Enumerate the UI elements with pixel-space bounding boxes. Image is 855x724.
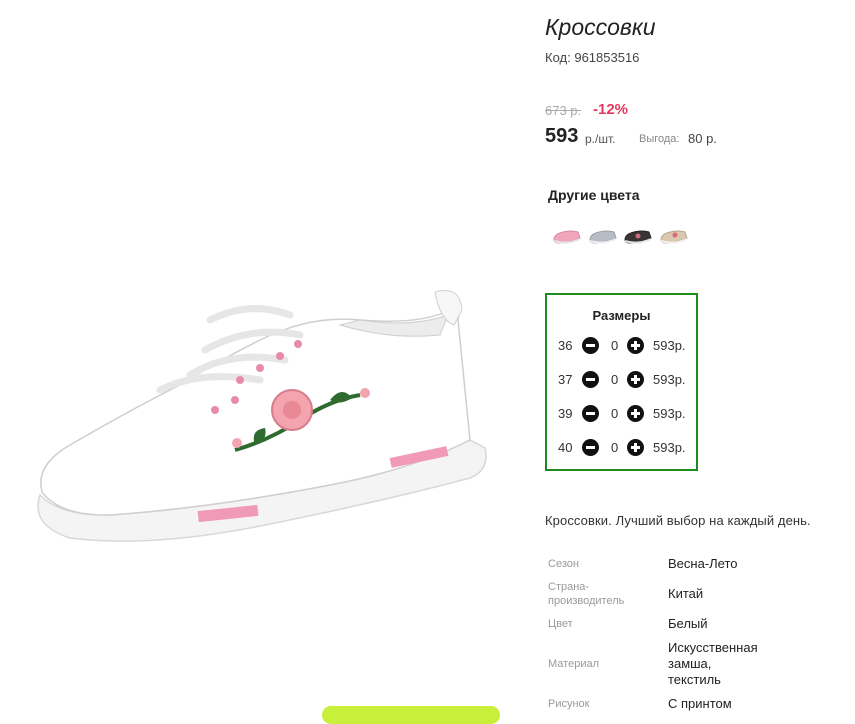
spec-value-season: Весна-Лето <box>668 556 738 571</box>
price-unit: р./шт. <box>585 132 616 146</box>
sizes-panel: Размеры 36 0 593р. 37 0 593р. 39 0 593р.… <box>545 293 698 471</box>
old-price: 673 р. <box>545 103 582 118</box>
quantity-value: 0 <box>611 372 619 387</box>
spec-label-season: Сезон <box>548 558 579 570</box>
other-colors-title: Другие цвета <box>548 187 640 203</box>
plus-icon[interactable] <box>627 337 644 354</box>
sizes-title: Размеры <box>592 308 651 323</box>
product-title: Кроссовки <box>545 14 656 40</box>
pink-sneaker-icon[interactable] <box>551 224 583 248</box>
spec-label-material: Материал <box>548 658 599 670</box>
minus-icon[interactable] <box>582 371 599 388</box>
spec-label-pattern: Рисунок <box>548 698 590 710</box>
current-price: 593 <box>545 125 579 147</box>
size-price: 593р. <box>653 372 686 387</box>
quantity-value: 0 <box>611 440 619 455</box>
spec-label-country: Страна- производитель <box>548 581 625 607</box>
quantity-value: 0 <box>611 338 619 353</box>
savings-value: 80 р. <box>688 131 717 146</box>
size-label: 36 <box>558 338 573 353</box>
size-label: 39 <box>558 406 573 421</box>
size-price: 593р. <box>653 440 686 455</box>
savings-label: Выгода: <box>639 133 680 145</box>
size-row: 37 0 593р. <box>547 369 696 391</box>
spec-label-color: Цвет <box>548 618 573 630</box>
product-code-label: Код: <box>545 50 571 65</box>
minus-icon[interactable] <box>582 439 599 456</box>
spec-value-material: Искусственная замша, текстиль <box>668 640 758 687</box>
size-price: 593р. <box>653 338 686 353</box>
spec-value-country: Китай <box>668 586 704 601</box>
plus-icon[interactable] <box>627 405 644 422</box>
product-code: Код: 961853516 <box>545 50 639 65</box>
size-row: 40 0 593р. <box>547 437 696 459</box>
plus-icon[interactable] <box>627 371 644 388</box>
discount-badge: -12% <box>593 101 629 118</box>
beige-sneaker-icon[interactable] <box>658 224 690 248</box>
grey-sneaker-icon[interactable] <box>587 224 619 248</box>
product-gallery <box>0 0 520 724</box>
minus-icon[interactable] <box>582 405 599 422</box>
size-price: 593р. <box>653 406 686 421</box>
add-to-cart-button[interactable] <box>322 706 500 724</box>
size-label: 40 <box>558 440 573 455</box>
size-row: 36 0 593р. <box>547 335 696 357</box>
size-label: 37 <box>558 372 573 387</box>
product-image[interactable] <box>30 280 500 550</box>
quantity-value: 0 <box>611 406 619 421</box>
black-sneaker-icon[interactable] <box>622 224 654 248</box>
spec-value-color: Белый <box>668 616 708 631</box>
spec-value-pattern: С принтом <box>668 696 732 711</box>
plus-icon[interactable] <box>627 439 644 456</box>
product-code-value: 961853516 <box>574 50 640 65</box>
size-row: 39 0 593р. <box>547 403 696 425</box>
minus-icon[interactable] <box>582 337 599 354</box>
product-description: Кроссовки. Лучший выбор на каждый день. <box>545 513 811 528</box>
